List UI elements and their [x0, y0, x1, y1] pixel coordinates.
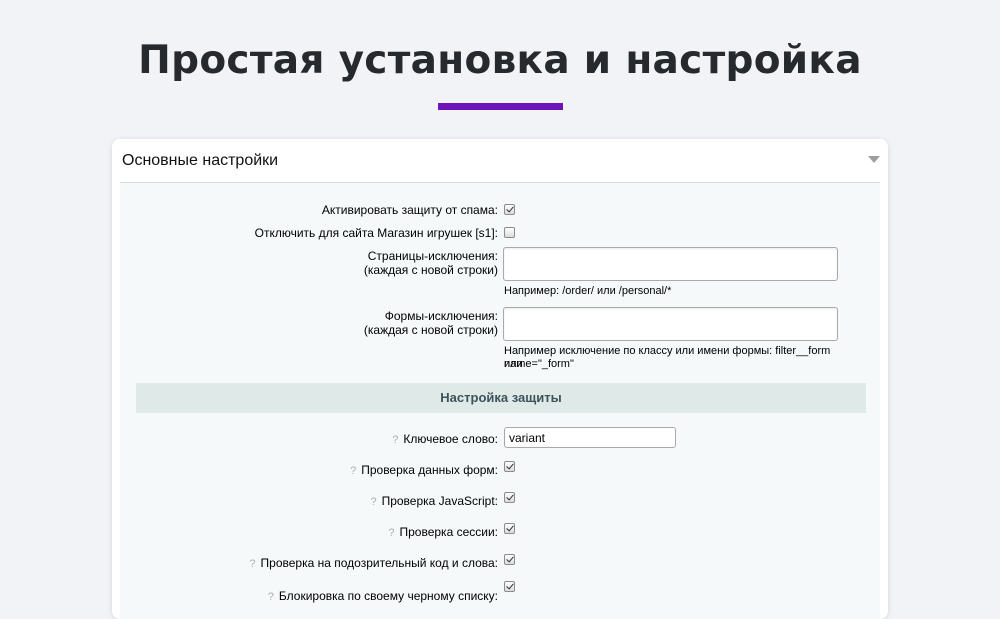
- help-icon[interactable]: ?: [350, 465, 356, 477]
- help-icon[interactable]: ?: [268, 591, 274, 603]
- panel-header[interactable]: Основные настройки: [112, 139, 888, 182]
- disable-site-checkbox[interactable]: [504, 227, 515, 238]
- check-blacklist-label-text: Блокировка по своему черному списку:: [278, 589, 498, 603]
- forms-exclusions-sublabel: (каждая с новой строки): [363, 323, 498, 337]
- check-blacklist-label: ? Блокировка по своему черному списку:: [268, 589, 498, 604]
- title-underline: [438, 103, 563, 110]
- help-icon[interactable]: ?: [392, 434, 398, 446]
- settings-panel: Основные настройки Активировать защиту о…: [112, 139, 888, 619]
- check-javascript-label-text: Проверка JavaScript:: [381, 494, 498, 508]
- forms-exclusions-label: Формы-исключения:: [384, 309, 498, 323]
- check-suspicious-label: ? Проверка на подозрительный код и слова:: [249, 556, 498, 571]
- check-session-label: ? Проверка сессии:: [388, 525, 498, 540]
- pages-exclusions-textarea[interactable]: [503, 247, 838, 281]
- check-suspicious-checkbox[interactable]: [504, 554, 515, 565]
- check-javascript-checkbox[interactable]: [504, 492, 515, 503]
- forms-exclusions-textarea[interactable]: [503, 307, 838, 341]
- panel-title: Основные настройки: [122, 152, 279, 169]
- keyword-input[interactable]: [504, 427, 676, 448]
- collapse-triangle-icon[interactable]: [868, 156, 880, 163]
- check-session-checkbox[interactable]: [504, 523, 515, 534]
- check-forms-label: ? Проверка данных форм:: [350, 463, 498, 478]
- disable-site-label: Отключить для сайта Магазин игрушек [s1]…: [254, 226, 498, 240]
- keyword-label-text: Ключевое слово:: [403, 432, 498, 446]
- help-icon[interactable]: ?: [249, 558, 255, 570]
- check-forms-checkbox[interactable]: [504, 461, 515, 472]
- activate-checkbox[interactable]: [504, 204, 515, 215]
- keyword-label: ? Ключевое слово:: [392, 432, 498, 447]
- pages-exclusions-sublabel: (каждая с новой строки): [363, 263, 498, 277]
- panel-body: Активировать защиту от спама: Отключить …: [120, 182, 880, 619]
- pages-exclusions-note: Например: /order/ или /personal/*: [504, 285, 672, 297]
- activate-label: Активировать защиту от спама:: [321, 203, 498, 217]
- protection-section-header: Настройка защиты: [136, 383, 866, 413]
- check-session-label-text: Проверка сессии:: [399, 525, 499, 539]
- check-javascript-label: ? Проверка JavaScript:: [370, 494, 498, 509]
- pages-exclusions-label: Страницы-исключения:: [367, 249, 498, 263]
- help-icon[interactable]: ?: [388, 527, 394, 539]
- check-blacklist-checkbox[interactable]: [504, 581, 515, 592]
- check-suspicious-label-text: Проверка на подозрительный код и слова:: [260, 556, 498, 570]
- forms-exclusions-note-2: name="_form": [504, 358, 574, 370]
- check-forms-label-text: Проверка данных форм:: [361, 463, 498, 477]
- page-title: Простая установка и настройка: [138, 38, 862, 83]
- help-icon[interactable]: ?: [370, 496, 376, 508]
